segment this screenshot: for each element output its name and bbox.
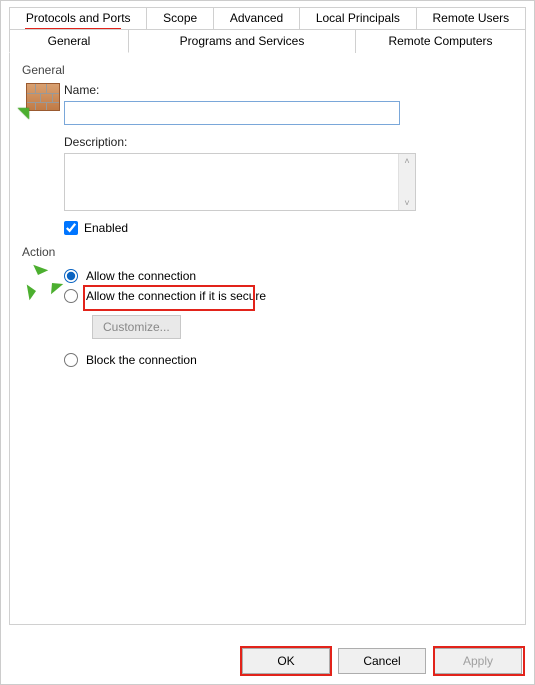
radio-block-label: Block the connection	[86, 353, 197, 367]
radio-allow-secure-label: Allow the connection if it is secure	[86, 289, 266, 303]
firewall-icon	[22, 81, 64, 235]
tab-programs-and-services[interactable]: Programs and Services	[129, 29, 356, 53]
firewall-rule-properties-dialog: Protocols and Ports Scope Advanced Local…	[0, 0, 535, 685]
cancel-button[interactable]: Cancel	[338, 648, 426, 674]
scrollbar[interactable]: ˄ ˅	[398, 154, 415, 210]
group-general-label: General	[22, 63, 513, 77]
group-general: General Name: Description: ˄ ˅	[22, 63, 513, 235]
radio-allow-label: Allow the connection	[86, 269, 196, 283]
tab-local-principals[interactable]: Local Principals	[300, 7, 417, 29]
tab-advanced[interactable]: Advanced	[214, 7, 300, 29]
description-input-wrap: ˄ ˅	[64, 153, 416, 211]
enabled-checkbox[interactable]	[64, 221, 78, 235]
dialog-footer: OK Cancel Apply	[242, 648, 522, 674]
tab-remote-users[interactable]: Remote Users	[417, 7, 526, 29]
scroll-down-icon[interactable]: ˅	[404, 198, 409, 208]
tab-row-lower: General Programs and Services Remote Com…	[9, 29, 526, 53]
tab-strip: Protocols and Ports Scope Advanced Local…	[9, 7, 526, 625]
group-action: Action Allow the connection Allow the co…	[22, 245, 513, 373]
apply-button[interactable]: Apply	[434, 648, 522, 674]
ok-button[interactable]: OK	[242, 648, 330, 674]
radio-allow[interactable]	[64, 269, 78, 283]
scroll-up-icon[interactable]: ˄	[404, 156, 409, 166]
enabled-label: Enabled	[84, 221, 128, 235]
name-input[interactable]	[64, 101, 400, 125]
group-action-label: Action	[22, 245, 513, 259]
tab-body-general: General Name: Description: ˄ ˅	[9, 53, 526, 625]
tab-protocols-and-ports[interactable]: Protocols and Ports	[9, 7, 147, 29]
tab-scope[interactable]: Scope	[147, 7, 214, 29]
description-input[interactable]	[65, 154, 398, 210]
action-icon	[22, 263, 64, 373]
name-label: Name:	[64, 83, 513, 97]
radio-block[interactable]	[64, 353, 78, 367]
tab-general[interactable]: General	[9, 29, 129, 53]
tab-remote-computers[interactable]: Remote Computers	[356, 29, 526, 53]
tab-row-upper: Protocols and Ports Scope Advanced Local…	[9, 7, 526, 29]
customize-button: Customize...	[92, 315, 181, 339]
radio-allow-secure[interactable]	[64, 289, 78, 303]
description-label: Description:	[64, 135, 513, 149]
